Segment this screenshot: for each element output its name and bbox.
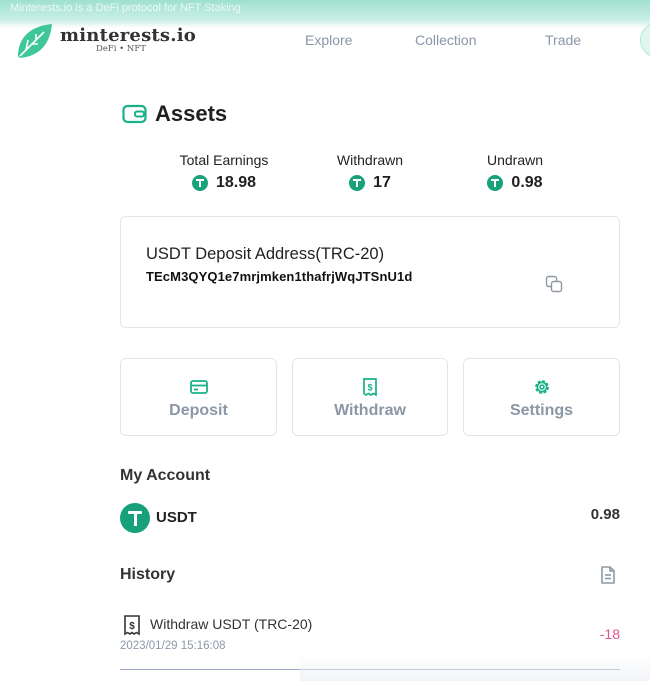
deposit-address-title: USDT Deposit Address(TRC-20) xyxy=(146,245,385,263)
wallet-card-icon xyxy=(189,380,208,394)
usdt-coin-icon xyxy=(120,503,150,533)
settings-button[interactable]: Settings xyxy=(463,358,620,436)
tether-icon xyxy=(349,175,366,191)
stat-label: Undrawn xyxy=(486,152,544,168)
nav-collection[interactable]: Collection xyxy=(415,32,476,48)
account-balance: 0.98 xyxy=(590,506,620,523)
stat-undrawn: Undrawn 0.98 xyxy=(475,152,555,192)
my-account-title: My Account xyxy=(120,467,211,484)
history-description: Withdraw USDT (TRC-20) xyxy=(150,616,313,632)
withdraw-label: Withdraw xyxy=(334,402,406,419)
settings-label: Settings xyxy=(509,402,574,419)
deposit-label: Deposit xyxy=(169,402,228,419)
copy-icon[interactable] xyxy=(545,275,563,293)
account-coin-name: USDT xyxy=(156,509,197,526)
tether-icon xyxy=(191,175,208,191)
top-notice: Minterests.io is a DeFi protocol for NFT… xyxy=(10,2,241,14)
nav-trade[interactable]: Trade xyxy=(545,32,581,48)
bill-icon: $ xyxy=(124,615,140,636)
stat-label: Withdrawn xyxy=(336,152,404,168)
stat-value: 0.98 xyxy=(511,174,543,191)
stat-value: 17 xyxy=(373,174,391,191)
history-title: History xyxy=(120,566,176,583)
stat-label: Total Earnings xyxy=(179,152,269,168)
gear-icon xyxy=(534,380,549,394)
leaf-logo-icon[interactable] xyxy=(14,22,54,60)
bottom-fade xyxy=(300,655,650,681)
assets-header: Assets xyxy=(122,101,227,127)
deposit-address-value[interactable]: TEcM3QYQ1e7mrjmken1thafrjWqJTSnU1d xyxy=(146,269,412,284)
stat-total-earnings: Total Earnings 18.98 xyxy=(170,152,278,192)
stat-value: 18.98 xyxy=(215,174,257,191)
assets-title: Assets xyxy=(155,101,228,126)
top-banner: Minterests.io is a DeFi protocol for NFT… xyxy=(0,0,650,28)
wallet-icon xyxy=(122,104,147,124)
brand-name: minterests.io xyxy=(60,25,196,46)
history-timestamp: 2023/01/29 15:16:08 xyxy=(120,640,226,652)
deposit-button[interactable]: Deposit xyxy=(120,358,277,436)
history-amount: -18 xyxy=(599,626,620,642)
document-icon[interactable] xyxy=(598,565,618,585)
brand[interactable]: minterests.io DeFi • NFT xyxy=(60,25,196,54)
brand-tagline: DeFi • NFT xyxy=(96,44,146,54)
stat-withdrawn: Withdrawn 17 xyxy=(325,152,415,192)
bill-icon: $ xyxy=(363,378,377,397)
svg-text:$: $ xyxy=(129,621,135,632)
nav-explore[interactable]: Explore xyxy=(305,32,352,48)
withdraw-button[interactable]: $ Withdraw xyxy=(292,358,448,436)
tether-icon xyxy=(487,175,504,191)
svg-text:$: $ xyxy=(367,383,372,393)
deposit-address-card: USDT Deposit Address(TRC-20) TEcM3QYQ1e7… xyxy=(120,216,620,328)
